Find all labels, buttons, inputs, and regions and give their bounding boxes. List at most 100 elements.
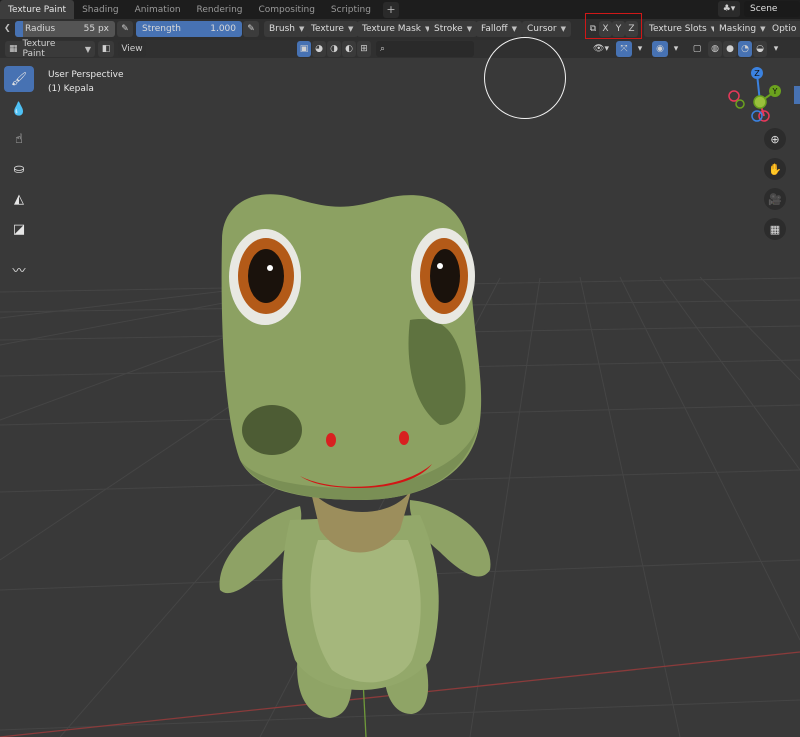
- annotate-tool[interactable]: 〰: [4, 256, 34, 282]
- face-mask-icon[interactable]: ▣: [297, 41, 311, 57]
- viewport-3d[interactable]: [0, 58, 800, 737]
- scene-icon[interactable]: ♣▾: [718, 1, 740, 17]
- stroke-menu-label: Stroke: [434, 24, 463, 34]
- options-label: Optio: [772, 24, 797, 34]
- radius-pressure-icon[interactable]: ✎: [117, 21, 133, 37]
- navigation-gizmo[interactable]: Z Y: [724, 64, 790, 128]
- texture-mask-menu[interactable]: Texture Mask ▼: [357, 21, 436, 37]
- chevron-down-icon: ▼: [560, 25, 566, 33]
- visibility-icon[interactable]: 👁▾: [588, 41, 614, 57]
- annotate-icon: 〰: [12, 263, 26, 279]
- viewport-scene: [0, 58, 800, 737]
- chevron-down-icon[interactable]: ▾: [670, 41, 682, 57]
- view-menu[interactable]: View: [118, 41, 146, 57]
- hand-icon[interactable]: ✋: [764, 158, 786, 180]
- tab-shading[interactable]: Shading: [74, 0, 127, 19]
- strength-label: Strength: [142, 24, 181, 34]
- texture-mask-menu-label: Texture Mask: [362, 24, 421, 34]
- gizmo-neg-z: [751, 110, 763, 122]
- stroke-menu[interactable]: Stroke ▼: [429, 21, 478, 37]
- brush-cursor: [484, 37, 566, 119]
- rendered-shading-icon[interactable]: ◒: [753, 41, 767, 57]
- texture-mode-icon[interactable]: ◧: [98, 41, 114, 57]
- brush-menu[interactable]: Brush ▼: [264, 21, 310, 37]
- radius-value: 55 px: [83, 24, 109, 34]
- navigation-controls: ⊕ ✋ 🎥 ▦: [764, 128, 786, 240]
- falloff-menu[interactable]: Falloff ▼: [476, 21, 522, 37]
- viewport-info: User Perspective (1) Kepala: [48, 68, 124, 96]
- mode-selector[interactable]: ▦ Texture Paint ▼: [5, 39, 95, 59]
- gizmo-z-label: Z: [754, 69, 760, 78]
- solid-shading-icon[interactable]: ●: [723, 41, 737, 57]
- radius-label: Radius: [25, 24, 56, 34]
- tab-scripting[interactable]: Scripting: [323, 0, 379, 19]
- scene-field[interactable]: Scene: [744, 1, 800, 17]
- occlude-icon[interactable]: ◑: [327, 41, 341, 57]
- symmetry-highlight: [585, 13, 642, 39]
- strength-value: 1.000: [210, 24, 236, 34]
- masking-label: Masking: [719, 24, 757, 34]
- soften-icon: 💧: [10, 101, 28, 117]
- tool-settings-bar: ❮ Radius 55 px ✎ Strength 1.000 ✎ Brush ▼…: [0, 19, 800, 40]
- chevron-down-icon: ▼: [511, 25, 517, 33]
- tab-animation[interactable]: Animation: [127, 0, 189, 19]
- draw-tool[interactable]: 🖌: [4, 66, 34, 92]
- brush-menu-label: Brush: [269, 24, 295, 34]
- texture-slots-menu[interactable]: Texture Slots▼: [644, 21, 722, 37]
- vertex-mask-icon[interactable]: ◕: [312, 41, 326, 57]
- texture-menu[interactable]: Texture ▼: [306, 21, 359, 37]
- masking-menu[interactable]: Masking ▼: [714, 21, 771, 37]
- chevron-down-icon: ▼: [298, 25, 305, 33]
- chevron-down-icon: ▼: [84, 44, 91, 54]
- chevron-down-icon[interactable]: ▾: [634, 41, 646, 57]
- fill-icon: ◭: [14, 191, 24, 207]
- tab-texture-paint[interactable]: Texture Paint: [0, 0, 75, 19]
- search-field[interactable]: ⌕: [376, 41, 474, 57]
- zoom-icon[interactable]: ⊕: [764, 128, 786, 150]
- falloff-menu-label: Falloff: [481, 24, 508, 34]
- brush-icon: 🖌: [10, 71, 28, 87]
- gizmo-toggle-icon[interactable]: ⤧: [616, 41, 632, 57]
- chevron-down-icon: ▼: [466, 25, 473, 33]
- texture-paint-mode-icon: ▦: [9, 44, 18, 54]
- texture-slots-label: Texture Slots: [649, 24, 707, 34]
- soften-tool[interactable]: 💧: [4, 96, 34, 122]
- viewport-header: ▦ Texture Paint ▼ ◧ View ▣ ◕ ◑ ◐ ⊞ ⌕ 👁▾ …: [0, 39, 800, 59]
- normal-icon[interactable]: ⊞: [357, 41, 371, 57]
- scene-selector: ♣▾ Scene: [718, 1, 800, 17]
- cursor-menu[interactable]: Cursor ▼: [522, 21, 571, 37]
- gizmo-y-label: Y: [772, 87, 778, 96]
- active-object-label: (1) Kepala: [48, 84, 94, 94]
- radius-slider[interactable]: Radius 55 px: [15, 21, 115, 37]
- fill-tool[interactable]: ◭: [4, 186, 34, 212]
- strength-slider[interactable]: Strength 1.000: [136, 21, 242, 37]
- mode-label: Texture Paint: [22, 39, 56, 59]
- workspace-tabs: Texture Paint Shading Animation Renderin…: [0, 0, 800, 19]
- grid-icon[interactable]: ▦: [764, 218, 786, 240]
- collapse-chevron-icon[interactable]: ❮: [4, 23, 11, 32]
- mask-tool[interactable]: ◪: [4, 216, 34, 242]
- gizmo-neg-y: [735, 99, 745, 109]
- options-menu[interactable]: Optio: [767, 21, 800, 37]
- wireframe-shading-icon[interactable]: ◍: [708, 41, 722, 57]
- mask-icon: ◪: [12, 221, 26, 237]
- tab-rendering[interactable]: Rendering: [189, 0, 251, 19]
- tab-compositing[interactable]: Compositing: [251, 0, 323, 19]
- clone-icon: ⛀: [13, 161, 25, 177]
- cursor-menu-label: Cursor: [527, 24, 557, 34]
- sidebar-toggle[interactable]: [794, 86, 800, 104]
- radius-slider-fill: [15, 21, 23, 37]
- texture-menu-label: Texture: [311, 24, 344, 34]
- overlay-toggle-icon[interactable]: ◉: [652, 41, 668, 57]
- clone-tool[interactable]: ⛀: [4, 156, 34, 182]
- add-workspace-button[interactable]: +: [382, 1, 399, 18]
- smear-tool[interactable]: ☝: [4, 126, 34, 152]
- backface-icon[interactable]: ◐: [342, 41, 356, 57]
- xray-icon[interactable]: ▢: [690, 41, 704, 57]
- camera-icon[interactable]: 🎥: [764, 188, 786, 210]
- strength-pressure-icon[interactable]: ✎: [243, 21, 259, 37]
- material-shading-icon[interactable]: ◔: [738, 41, 752, 57]
- chevron-down-icon: ▼: [347, 25, 354, 33]
- chevron-down-icon[interactable]: ▾: [770, 41, 782, 57]
- chevron-down-icon: ▼: [760, 25, 766, 33]
